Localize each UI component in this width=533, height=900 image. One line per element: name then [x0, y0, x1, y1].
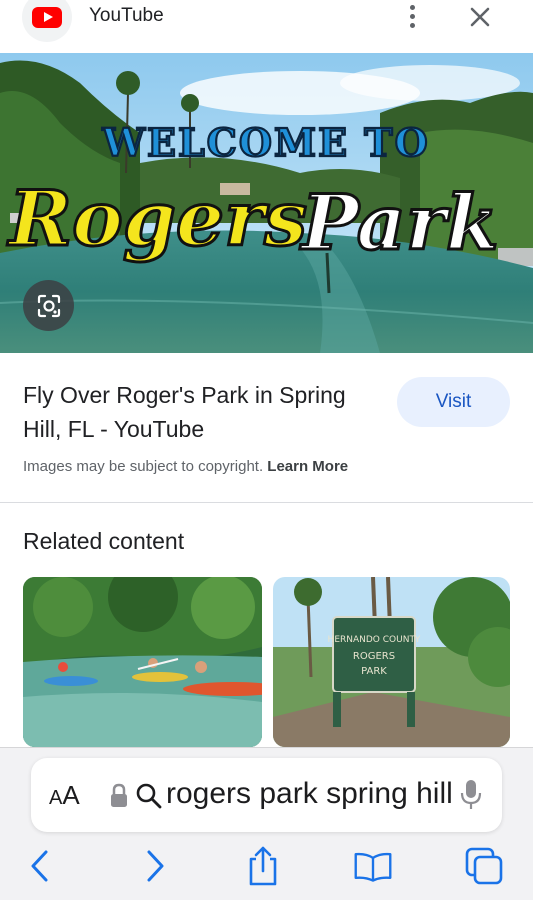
copyright-notice: Images may be subject to copyright. Lear…: [23, 458, 348, 475]
sign-line2: ROGERS: [353, 651, 395, 662]
browser-toolbar: AA rogers park spring hill: [0, 747, 533, 900]
sign-line3: PARK: [361, 666, 387, 677]
source-avatar[interactable]: [22, 0, 72, 42]
overlay-welcome-text: WELCOME TO: [101, 120, 429, 165]
share-icon[interactable]: [243, 846, 283, 886]
search-icon: [136, 783, 162, 809]
address-text[interactable]: rogers park spring hill: [166, 777, 466, 811]
lens-icon[interactable]: [23, 280, 74, 331]
address-bar[interactable]: AA rogers park spring hill: [31, 758, 502, 832]
reader-options-button[interactable]: AA: [49, 780, 80, 811]
youtube-logo-icon: [32, 6, 62, 28]
bookmarks-icon[interactable]: [353, 846, 393, 886]
sign-line1: HERNANDO COUNTY: [328, 635, 421, 645]
lock-icon: [111, 783, 127, 807]
microphone-icon[interactable]: [457, 778, 485, 812]
learn-more-link[interactable]: Learn More: [267, 458, 348, 475]
result-title[interactable]: Fly Over Roger's Park in Spring Hill, FL…: [23, 378, 363, 446]
more-vert-icon[interactable]: [400, 2, 424, 30]
result-image[interactable]: WELCOME TO Rogers Park: [0, 53, 533, 353]
visit-button[interactable]: Visit: [397, 377, 510, 427]
related-thumbnail-sign[interactable]: HERNANDO COUNTY ROGERS PARK: [273, 577, 510, 747]
overlay-park-text: Park: [299, 178, 498, 267]
back-icon[interactable]: [20, 846, 60, 886]
related-content-heading: Related content: [23, 528, 185, 554]
divider: [0, 502, 533, 503]
tabs-icon[interactable]: [464, 846, 504, 886]
related-thumbnail-kayaks[interactable]: [23, 577, 262, 747]
result-header: YouTube: [0, 0, 533, 52]
source-name[interactable]: YouTube: [89, 5, 164, 27]
overlay-rogers-text: Rogers: [7, 174, 307, 263]
copyright-text: Images may be subject to copyright.: [23, 458, 264, 475]
forward-icon[interactable]: [135, 846, 175, 886]
close-icon[interactable]: [466, 3, 494, 31]
